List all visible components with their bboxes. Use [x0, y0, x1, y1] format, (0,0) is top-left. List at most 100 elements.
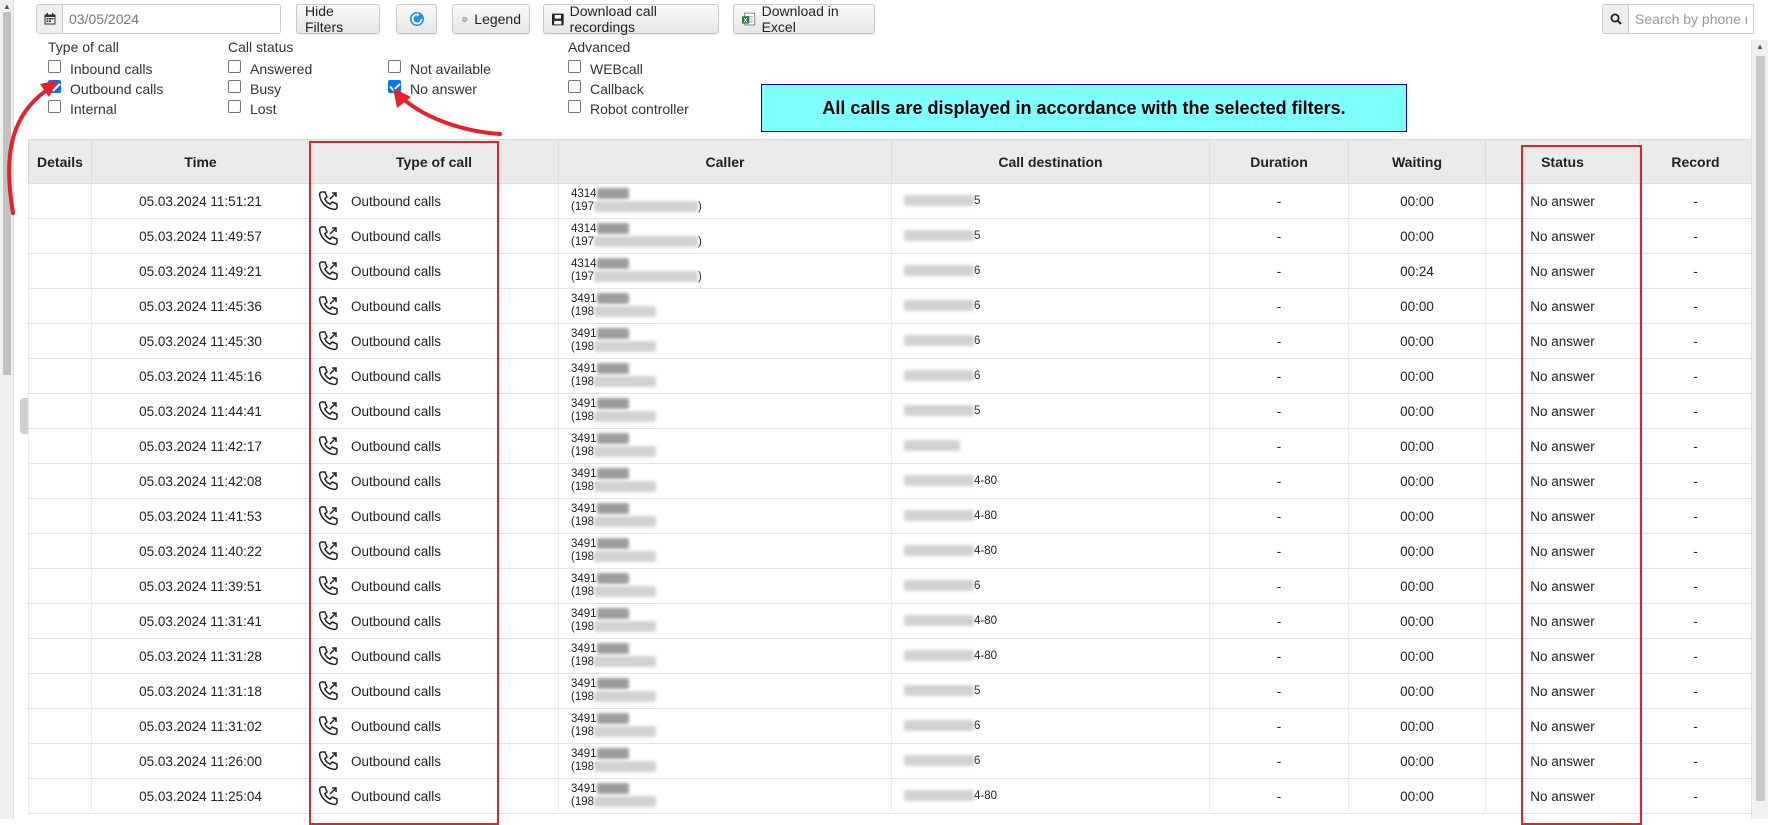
- cell-details[interactable]: [28, 778, 92, 814]
- cell-record[interactable]: -: [1639, 673, 1751, 709]
- cell-record[interactable]: -: [1639, 603, 1751, 639]
- filter-webcall[interactable]: WEBcall: [568, 59, 643, 78]
- cell-details[interactable]: [28, 288, 92, 324]
- sidebar-collapse-handle[interactable]: [20, 398, 28, 434]
- cell-record[interactable]: -: [1639, 183, 1751, 219]
- checkbox[interactable]: [568, 59, 581, 73]
- table-scrollbar[interactable]: ▲: [1751, 40, 1768, 819]
- table-row[interactable]: 05.03.2024 11:26:00 Outbound calls 3491 (19…: [28, 743, 1751, 779]
- table-scrollbar-thumb[interactable]: [1756, 56, 1765, 801]
- search-input[interactable]: [1628, 4, 1754, 34]
- redacted-number: [596, 223, 629, 235]
- cell-record[interactable]: -: [1639, 708, 1751, 744]
- caller-sub-prefix: (197: [571, 271, 595, 283]
- table-row[interactable]: 05.03.2024 11:31:41 Outbound calls 3491 (19…: [28, 603, 1751, 639]
- cell-call-destination: 6: [891, 568, 1210, 604]
- table-row[interactable]: 05.03.2024 11:44:41 Outbound calls 3491 (19…: [28, 393, 1751, 429]
- cell-details[interactable]: [28, 358, 92, 394]
- caller-sub-prefix: (198: [571, 411, 595, 423]
- cell-caller: 3491 (198: [558, 638, 892, 674]
- table-row[interactable]: 05.03.2024 11:42:08 Outbound calls 3491 (19…: [28, 463, 1751, 499]
- cell-record[interactable]: -: [1639, 393, 1751, 429]
- cell-time: 05.03.2024 11:40:22: [91, 533, 310, 569]
- cell-call-destination: 4-80: [891, 498, 1210, 534]
- table-row[interactable]: 05.03.2024 11:45:30 Outbound calls 3491 (19…: [28, 323, 1751, 359]
- cell-waiting: 00:00: [1348, 393, 1486, 429]
- cell-details[interactable]: [28, 743, 92, 779]
- table-row[interactable]: 05.03.2024 11:40:22 Outbound calls 3491 (19…: [28, 533, 1751, 569]
- table-row[interactable]: 05.03.2024 11:49:21 Outbound calls 4314 (19…: [28, 253, 1751, 289]
- cell-details[interactable]: [28, 463, 92, 499]
- destination-tail: 4-80: [974, 545, 998, 557]
- caller-sub-prefix: (198: [571, 656, 595, 668]
- cell-call-destination: 6: [891, 358, 1210, 394]
- cell-time: 05.03.2024 11:31:28: [91, 638, 310, 674]
- cell-caller: 3491 (198: [558, 358, 892, 394]
- cell-duration: -: [1209, 778, 1349, 814]
- cell-details[interactable]: [28, 708, 92, 744]
- cell-duration: -: [1209, 568, 1349, 604]
- caller-sub-prefix: (198: [571, 761, 595, 773]
- cell-record[interactable]: -: [1639, 638, 1751, 674]
- cell-caller: 4314 (197): [558, 183, 892, 219]
- cell-details[interactable]: [28, 568, 92, 604]
- cell-details[interactable]: [28, 323, 92, 359]
- search-icon[interactable]: [1602, 4, 1628, 34]
- cell-details[interactable]: [28, 638, 92, 674]
- cell-record[interactable]: -: [1639, 498, 1751, 534]
- col-waiting[interactable]: Waiting: [1348, 139, 1486, 184]
- cell-record[interactable]: -: [1639, 568, 1751, 604]
- cell-call-destination: 4-80: [891, 533, 1210, 569]
- col-duration[interactable]: Duration: [1209, 139, 1349, 184]
- table-row[interactable]: 05.03.2024 11:42:17 Outbound calls 3491 (19…: [28, 428, 1751, 464]
- cell-duration: -: [1209, 253, 1349, 289]
- cell-details[interactable]: [28, 393, 92, 429]
- cell-details[interactable]: [28, 498, 92, 534]
- cell-record[interactable]: -: [1639, 323, 1751, 359]
- table-row[interactable]: 05.03.2024 11:45:36 Outbound calls 3491 (19…: [28, 288, 1751, 324]
- cell-details[interactable]: [28, 603, 92, 639]
- cell-call-destination: 6: [891, 743, 1210, 779]
- download-recordings-button[interactable]: Download call recordings: [543, 3, 719, 35]
- col-call-destination[interactable]: Call destination: [891, 139, 1210, 184]
- phone-search[interactable]: [1602, 4, 1754, 34]
- cell-duration: -: [1209, 463, 1349, 499]
- table-row[interactable]: 05.03.2024 11:41:53 Outbound calls 3491 (19…: [28, 498, 1751, 534]
- col-record[interactable]: Record: [1639, 139, 1751, 184]
- redacted-number: [596, 398, 629, 410]
- filter-robot-controller[interactable]: Robot controller: [568, 99, 689, 118]
- table-row[interactable]: 05.03.2024 11:45:16 Outbound calls 3491 (19…: [28, 358, 1751, 394]
- redacted-name: [594, 376, 657, 388]
- redacted-destination: [904, 335, 974, 347]
- scroll-up-arrow-icon[interactable]: ▲: [1756, 42, 1764, 51]
- caller-number-prefix: 3491: [571, 783, 597, 795]
- cell-details[interactable]: [28, 533, 92, 569]
- destination-tail: 5: [974, 230, 981, 242]
- cell-record[interactable]: -: [1639, 533, 1751, 569]
- cell-details[interactable]: [28, 428, 92, 464]
- redacted-destination: [904, 545, 974, 557]
- table-row[interactable]: 05.03.2024 11:25:04 Outbound calls 3491 (19…: [28, 778, 1751, 814]
- cell-details[interactable]: [28, 253, 92, 289]
- cell-record[interactable]: -: [1639, 463, 1751, 499]
- cell-record[interactable]: -: [1639, 743, 1751, 779]
- checkbox[interactable]: [568, 99, 581, 113]
- table-row[interactable]: 05.03.2024 11:31:18 Outbound calls 3491 (19…: [28, 673, 1751, 709]
- table-row[interactable]: 05.03.2024 11:39:51 Outbound calls 3491 (19…: [28, 568, 1751, 604]
- cell-details[interactable]: [28, 673, 92, 709]
- destination-tail: 4-80: [974, 615, 998, 627]
- col-caller[interactable]: Caller: [558, 139, 892, 184]
- cell-record[interactable]: -: [1639, 358, 1751, 394]
- table-row[interactable]: 05.03.2024 11:31:28 Outbound calls 3491 (19…: [28, 638, 1751, 674]
- table-row[interactable]: 05.03.2024 11:31:02 Outbound calls 3491 (19…: [28, 708, 1751, 744]
- filter-callback[interactable]: Callback: [568, 79, 644, 98]
- cell-record[interactable]: -: [1639, 288, 1751, 324]
- download-excel-button[interactable]: X Download in Excel: [733, 3, 875, 35]
- checkbox[interactable]: [568, 79, 581, 93]
- redacted-name: [594, 586, 657, 598]
- cell-caller: 3491 (198: [558, 673, 892, 709]
- cell-record[interactable]: -: [1639, 218, 1751, 254]
- cell-record[interactable]: -: [1639, 778, 1751, 814]
- cell-record[interactable]: -: [1639, 428, 1751, 464]
- cell-record[interactable]: -: [1639, 253, 1751, 289]
